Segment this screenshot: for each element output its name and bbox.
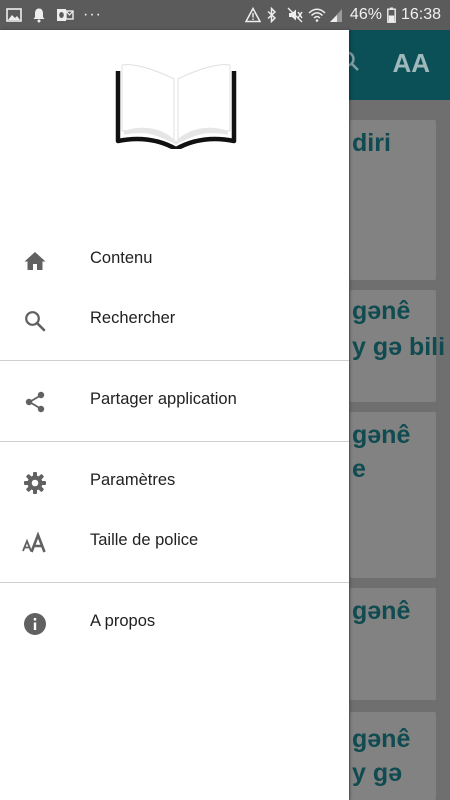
list-item-text: e bbox=[352, 455, 366, 483]
list-item-text: gənê bbox=[352, 421, 411, 449]
battery-icon bbox=[387, 7, 396, 23]
list-item-text: y gə bbox=[352, 759, 403, 787]
menu-item-label: Partager application bbox=[90, 390, 237, 408]
menu-item-label: Paramètres bbox=[90, 471, 176, 489]
bell-icon bbox=[31, 7, 47, 23]
list-item-text: gənê bbox=[352, 725, 411, 753]
menu-item-contenu[interactable]: Contenu bbox=[0, 230, 349, 290]
menu-item-a-propos[interactable]: A propos bbox=[0, 593, 349, 653]
share-icon bbox=[22, 389, 48, 415]
clock: 16:38 bbox=[400, 6, 441, 23]
info-icon bbox=[22, 611, 48, 637]
menu-item-taille-de-police[interactable]: Taille de police bbox=[0, 512, 349, 572]
menu-item-rechercher[interactable]: Rechercher bbox=[0, 290, 349, 350]
list-item-text: y gə bili bbox=[352, 333, 446, 361]
drawer-menu: Contenu Rechercher Partager application bbox=[0, 230, 349, 653]
menu-item-partager-application[interactable]: Partager application bbox=[0, 371, 349, 431]
divider bbox=[0, 582, 349, 583]
open-book-icon bbox=[114, 55, 238, 152]
divider bbox=[0, 441, 349, 442]
menu-item-parametres[interactable]: Paramètres bbox=[0, 452, 349, 512]
outlook-icon bbox=[56, 7, 74, 23]
bluetooth-icon bbox=[266, 6, 282, 24]
overflow-indicator: ··· bbox=[83, 6, 102, 23]
navigation-drawer: Contenu Rechercher Partager application bbox=[0, 30, 349, 800]
home-icon bbox=[22, 248, 48, 274]
list-item-text: diri bbox=[352, 129, 391, 157]
font-size-button[interactable]: AA bbox=[392, 48, 430, 79]
font-size-icon bbox=[22, 530, 48, 556]
menu-item-label: A propos bbox=[90, 612, 156, 630]
list-item-text: gənê bbox=[352, 597, 411, 625]
menu-item-label: Rechercher bbox=[90, 309, 176, 327]
gear-icon bbox=[22, 470, 48, 496]
list-item-text: gənê bbox=[352, 297, 411, 325]
wifi-icon bbox=[308, 7, 326, 23]
notification-icons: ··· bbox=[6, 6, 102, 24]
drawer-header bbox=[0, 30, 349, 230]
mute-icon bbox=[287, 7, 303, 23]
battery-percent: 46% bbox=[349, 6, 382, 23]
menu-item-label: Taille de police bbox=[90, 531, 199, 549]
alert-triangle-icon bbox=[244, 6, 262, 23]
image-icon bbox=[6, 7, 22, 23]
status-bar: ··· 46% 16:38 bbox=[0, 0, 450, 30]
signal-icon bbox=[329, 7, 345, 23]
menu-item-label: Contenu bbox=[90, 249, 153, 267]
system-icons: 46% 16:38 bbox=[244, 5, 441, 25]
search-icon bbox=[22, 308, 48, 334]
divider bbox=[0, 360, 349, 361]
